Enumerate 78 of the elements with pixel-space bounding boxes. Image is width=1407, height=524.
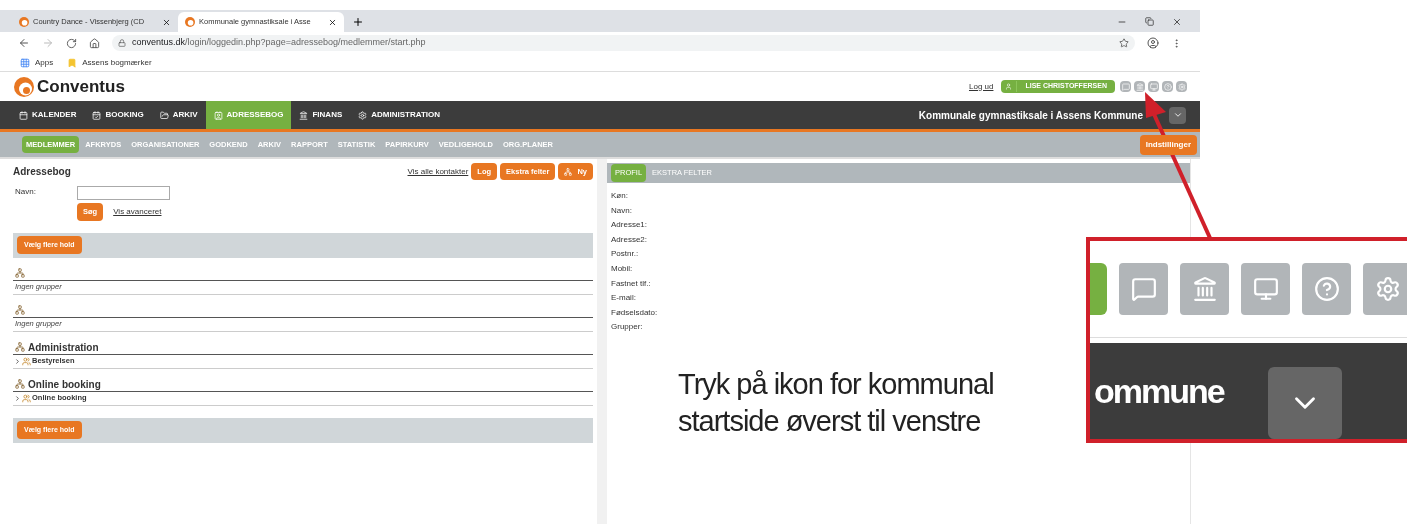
new-tab-icon[interactable]: [352, 16, 364, 28]
field-label: Fastnet tlf.:: [611, 277, 652, 290]
close-icon[interactable]: [162, 17, 171, 27]
url-text: conventus.dk/login/loggedin.php?page=adressebog/medlemmer/start.php: [132, 36, 426, 50]
bank-icon: [299, 110, 309, 120]
show-all-link[interactable]: Vis alle kontakter: [407, 165, 469, 178]
lock-icon: [118, 39, 126, 47]
field-label: Navn:: [611, 204, 633, 217]
calendar-check-icon: [92, 110, 102, 120]
group-icon: [15, 379, 25, 389]
field-label: Grupper:: [611, 321, 644, 334]
bookmark-link[interactable]: Apps: [35, 56, 54, 69]
chat-icon[interactable]: [1120, 81, 1131, 92]
nav-tab[interactable]: KALENDER: [11, 101, 85, 129]
field-label: E-mail:: [611, 292, 637, 305]
people-icon: [22, 356, 31, 366]
group-title: Online booking: [28, 377, 101, 392]
restore-icon[interactable]: [1145, 17, 1154, 26]
calendar-icon: [19, 110, 28, 120]
nav-tab[interactable]: ADRESSEBOG: [205, 101, 292, 129]
apps-icon[interactable]: [20, 57, 30, 68]
nav-tab[interactable]: FINANS: [291, 101, 351, 129]
bank-icon[interactable]: [1180, 263, 1230, 316]
dropdown-button[interactable]: [1169, 106, 1186, 124]
monitor-icon[interactable]: [1241, 263, 1291, 316]
user-icon: [1005, 83, 1013, 90]
back-icon[interactable]: [18, 37, 30, 49]
group-icon: [564, 167, 573, 176]
monitor-icon[interactable]: [1148, 81, 1159, 92]
forward-icon[interactable]: [42, 37, 54, 49]
group-icon: [15, 268, 25, 278]
home-icon[interactable]: [89, 37, 100, 49]
logout-link[interactable]: Log ud: [969, 80, 994, 93]
advanced-link[interactable]: Vis avanceret: [113, 205, 162, 218]
close-icon[interactable]: [328, 17, 337, 27]
nav-tab[interactable]: ARKIV: [151, 101, 206, 129]
instruction-text: Tryk på ikon for kommunal startside øverst til venstre: [678, 367, 995, 439]
chat-icon[interactable]: [1119, 263, 1169, 316]
field-label: Mobil:: [611, 262, 634, 275]
bookmark-link[interactable]: Assens bogmærker: [82, 56, 152, 69]
logo-icon: [13, 75, 35, 98]
field-label: Adresse1:: [611, 219, 649, 232]
settings-icon[interactable]: [1363, 263, 1407, 316]
organisation-name: Kommunale gymnastiksale i Assens Kommune: [918, 108, 1143, 123]
star-icon[interactable]: [1119, 38, 1129, 48]
group-icon: [15, 342, 25, 352]
expand-icon[interactable]: [14, 357, 21, 365]
people-icon: [22, 393, 31, 403]
field-label: Køn:: [611, 190, 629, 202]
reload-icon[interactable]: [66, 37, 77, 49]
caret-icon: [1172, 110, 1183, 120]
dropdown-button[interactable]: [1267, 367, 1342, 439]
scrollbar[interactable]: [597, 159, 607, 524]
settings-icon[interactable]: [1176, 81, 1187, 92]
group-title: Administration: [28, 340, 99, 355]
favicon-icon: [185, 17, 195, 27]
address-bar[interactable]: conventus.dk/login/loggedin.php?page=adressebog/medlemmer/start.php: [112, 35, 1135, 51]
page-title: Adressebog: [13, 165, 71, 180]
name-input[interactable]: [77, 186, 170, 201]
field-label: Postnr.:: [611, 248, 640, 261]
nav-tab[interactable]: ADMINISTRATION: [350, 101, 448, 129]
help-icon[interactable]: [1162, 81, 1173, 92]
favicon-icon: [19, 17, 29, 27]
contact-card-icon: [213, 110, 223, 120]
field-label: Navn:: [14, 186, 37, 199]
group-icon: [15, 305, 25, 315]
nav-tab[interactable]: BOOKING: [84, 101, 152, 129]
settings-icon: [358, 110, 368, 120]
field-label: Fødselsdato:: [611, 306, 659, 319]
organisation-name: ommune: [1094, 370, 1224, 412]
profile-icon[interactable]: [1147, 37, 1159, 49]
expand-icon[interactable]: [14, 394, 21, 402]
bank-icon[interactable]: [1134, 81, 1145, 92]
logo-text: Conventus: [37, 75, 125, 98]
settings-button[interactable]: Indstillinger: [1139, 134, 1197, 155]
help-icon[interactable]: [1302, 263, 1352, 316]
close-icon[interactable]: [1172, 17, 1182, 27]
field-label: Adresse2:: [611, 233, 649, 246]
